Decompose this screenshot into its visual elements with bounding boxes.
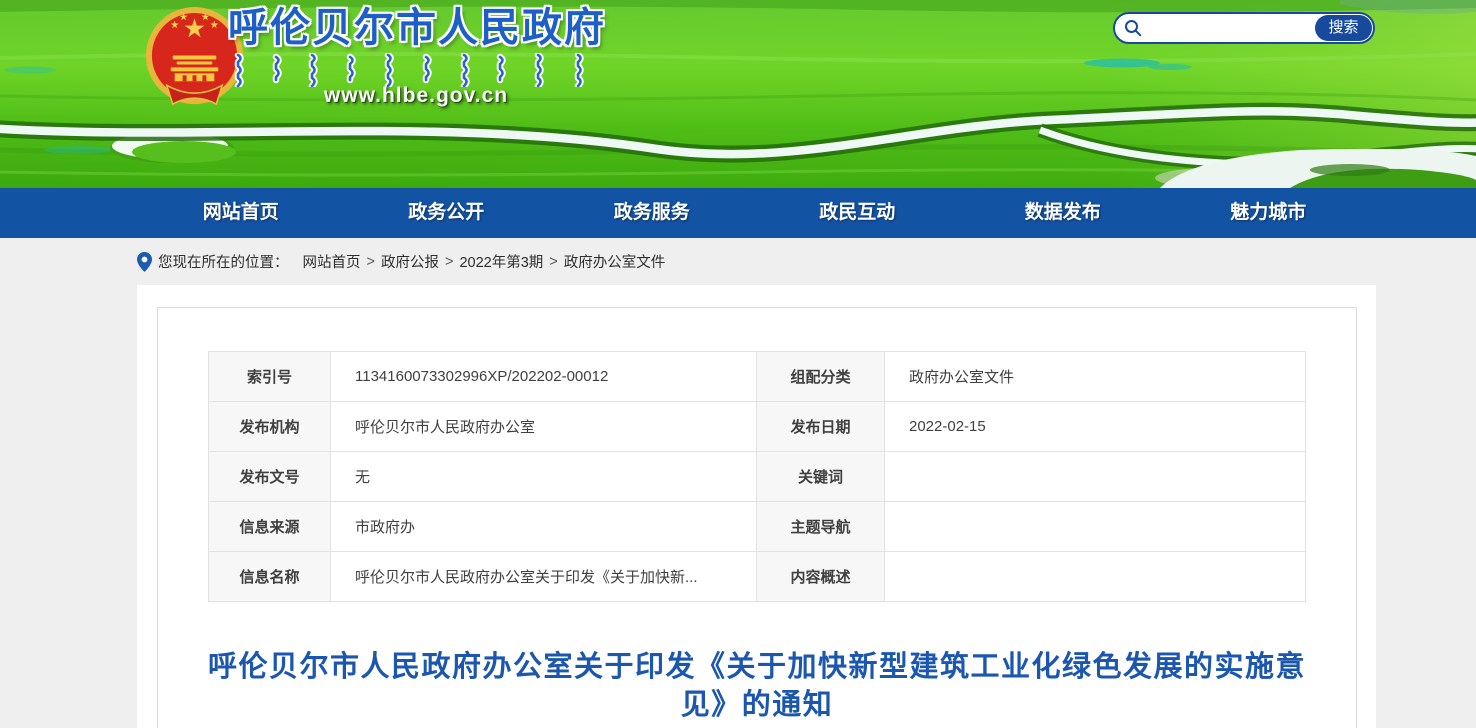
doc-info-value: 市政府办: [331, 502, 757, 552]
breadcrumb-separator: >: [367, 254, 375, 270]
doc-info-row: 信息名称 呼伦贝尔市人民政府办公室关于印发《关于加快新... 内容概述: [209, 552, 1306, 602]
breadcrumb-link-category[interactable]: 政府办公室文件: [564, 251, 666, 272]
doc-info-value: [885, 452, 1306, 502]
location-pin-icon: [137, 252, 152, 272]
doc-info-label: 组配分类: [757, 352, 885, 402]
doc-info-label: 信息来源: [209, 502, 331, 552]
doc-info-value: [885, 502, 1306, 552]
nav-item-data[interactable]: 数据发布: [960, 188, 1166, 238]
doc-info-value: [885, 552, 1306, 602]
search-input[interactable]: [1147, 15, 1315, 41]
site-url: www.hlbe.gov.cn: [300, 84, 532, 108]
doc-info-value: 2022-02-15: [885, 402, 1306, 452]
mongolian-script: [232, 53, 600, 87]
doc-info-label: 发布日期: [757, 402, 885, 452]
breadcrumb-separator: >: [445, 254, 453, 270]
breadcrumb: 您现在所在的位置： 网站首页 > 政府公报 > 2022年第3期 > 政府办公室…: [0, 238, 1476, 285]
doc-info-label: 发布机构: [209, 402, 331, 452]
doc-info-value: 无: [331, 452, 757, 502]
main-nav: 网站首页 政务公开 政务服务 政民互动 数据发布 魅力城市: [0, 188, 1476, 238]
content-box: 索引号 1134160073302996XP/202202-00012 组配分类…: [157, 307, 1357, 728]
search-icon: [1124, 19, 1142, 37]
breadcrumb-prefix: 您现在所在的位置：: [158, 251, 289, 272]
doc-info-label: 内容概述: [757, 552, 885, 602]
nav-item-interaction[interactable]: 政民互动: [755, 188, 961, 238]
nav-item-gov-open[interactable]: 政务公开: [344, 188, 550, 238]
nav-item-gov-service[interactable]: 政务服务: [549, 188, 755, 238]
doc-info-row: 发布文号 无 关键词: [209, 452, 1306, 502]
nav-item-home[interactable]: 网站首页: [138, 188, 344, 238]
doc-info-label: 发布文号: [209, 452, 331, 502]
doc-info-table: 索引号 1134160073302996XP/202202-00012 组配分类…: [208, 351, 1306, 602]
site-title[interactable]: 呼伦贝尔市人民政府: [228, 2, 606, 54]
doc-info-label: 主题导航: [757, 502, 885, 552]
doc-info-value: 1134160073302996XP/202202-00012: [331, 352, 757, 402]
doc-info-label: 关键词: [757, 452, 885, 502]
header-banner: 呼伦贝尔市人民政府 www.hlbe.gov.cn 搜索: [0, 0, 1476, 188]
nav-item-city-charm[interactable]: 魅力城市: [1166, 188, 1372, 238]
doc-info-row: 信息来源 市政府办 主题导航: [209, 502, 1306, 552]
doc-info-value: 呼伦贝尔市人民政府办公室关于印发《关于加快新...: [331, 552, 757, 602]
doc-info-value: 政府办公室文件: [885, 352, 1306, 402]
search-button[interactable]: 搜索: [1315, 15, 1372, 41]
breadcrumb-separator: >: [549, 254, 557, 270]
breadcrumb-link-issue[interactable]: 2022年第3期: [459, 251, 543, 272]
breadcrumb-link-gazette[interactable]: 政府公报: [381, 251, 439, 272]
breadcrumb-link-home[interactable]: 网站首页: [303, 251, 361, 272]
doc-info-label: 索引号: [209, 352, 331, 402]
article-title: 呼伦贝尔市人民政府办公室关于印发《关于加快新型建筑工业化绿色发展的实施意见》的通…: [202, 648, 1312, 724]
doc-info-row: 发布机构 呼伦贝尔市人民政府办公室 发布日期 2022-02-15: [209, 402, 1306, 452]
doc-info-row: 索引号 1134160073302996XP/202202-00012 组配分类…: [209, 352, 1306, 402]
search-box: 搜索: [1113, 12, 1375, 44]
doc-info-label: 信息名称: [209, 552, 331, 602]
content-card: 索引号 1134160073302996XP/202202-00012 组配分类…: [137, 285, 1376, 728]
doc-info-value: 呼伦贝尔市人民政府办公室: [331, 402, 757, 452]
